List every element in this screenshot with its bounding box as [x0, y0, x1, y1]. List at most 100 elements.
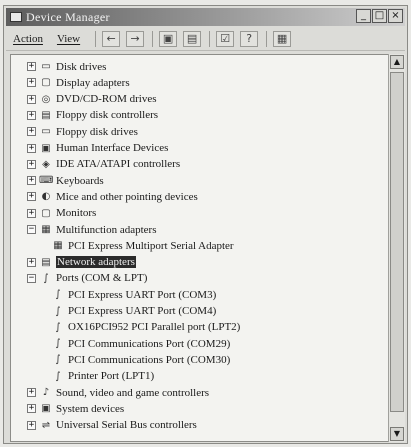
- device-icon: ⌨: [39, 175, 54, 187]
- tree-item[interactable]: + ▭ Disk drives: [27, 59, 106, 74]
- expand-icon[interactable]: +: [27, 62, 36, 71]
- tree-item[interactable]: + ▤ Floppy disk controllers: [27, 108, 158, 123]
- tree-item-label: PCI Communications Port (COM30): [68, 353, 231, 366]
- tree-item-label: DVD/CD-ROM drives: [56, 93, 157, 106]
- tree-item[interactable]: + ⌨ Keyboards: [27, 173, 104, 188]
- tree-item-label: Floppy disk controllers: [56, 109, 159, 122]
- device-icon: ▭: [41, 61, 51, 72]
- tree-item[interactable]: ∫ PCI Communications Port (COM29): [51, 336, 230, 351]
- tree-item-label: PCI Communications Port (COM29): [68, 337, 231, 350]
- tree-item-label: System devices: [56, 402, 125, 415]
- expand-icon[interactable]: +: [27, 404, 36, 414]
- tree-item[interactable]: + ▣ Human Interface Devices: [27, 141, 168, 156]
- tree-item-label: OX16PCI952 PCI Parallel port (LPT2): [68, 321, 241, 334]
- tree-item[interactable]: + ◐ Mice and other pointing devices: [27, 189, 198, 204]
- tree-item-label: Multifunction adapters: [56, 223, 157, 236]
- back-icon[interactable]: ←: [102, 31, 121, 47]
- list-view-icon[interactable]: ▤: [183, 31, 202, 47]
- properties-icon[interactable]: ☑: [216, 31, 235, 47]
- vertical-scrollbar[interactable]: ▲ ▼: [388, 54, 405, 442]
- tree-item-label: PCI Express UART Port (COM3): [68, 288, 217, 301]
- device-icon: ∫: [55, 321, 61, 333]
- collapse-icon[interactable]: −: [27, 225, 36, 234]
- tree-item-label: Network adapters: [56, 256, 136, 269]
- tree-item-label: Human Interface Devices: [56, 142, 169, 154]
- tree-item-label: Display adapters: [56, 76, 130, 89]
- device-icon: ∫: [43, 272, 49, 284]
- device-icon: ▦: [41, 224, 51, 235]
- tree-item[interactable]: + ▣ System devices: [27, 401, 124, 416]
- device-icon: ▢: [41, 207, 51, 219]
- tree-item[interactable]: ▦ PCI Express Multiport Serial Adapter: [51, 238, 233, 253]
- tree-item-label: Universal Serial Bus controllers: [56, 419, 197, 432]
- tree-item[interactable]: + ▢ Monitors: [27, 206, 96, 221]
- scroll-up-icon[interactable]: ▲: [390, 55, 404, 69]
- tree-item[interactable]: ∫ PCI Express UART Port (COM4): [51, 304, 216, 319]
- device-icon: ▦: [53, 240, 63, 252]
- device-icon: ∫: [55, 338, 61, 350]
- scan-hardware-icon[interactable]: ▦: [273, 31, 292, 47]
- tree-item[interactable]: + ⇌ Universal Serial Bus controllers: [27, 418, 197, 433]
- forward-icon[interactable]: →: [126, 31, 145, 47]
- tree-item[interactable]: − ∫ Ports (COM & LPT): [27, 271, 147, 286]
- device-manager-icon: [10, 12, 22, 22]
- tree-item-label: Ports (COM & LPT): [56, 272, 148, 285]
- window-controls: _ □ ×: [356, 9, 403, 23]
- help-icon[interactable]: ?: [240, 31, 259, 47]
- expand-icon[interactable]: +: [27, 159, 36, 169]
- tree-item[interactable]: + ◈ IDE ATA/ATAPI controllers: [27, 157, 180, 172]
- tree-item[interactable]: ∫ PCI Communications Port (COM30): [51, 352, 230, 367]
- restore-button[interactable]: □: [372, 9, 387, 23]
- device-icon: ▢: [41, 77, 51, 89]
- tree-item-label: Floppy disk drives: [56, 125, 138, 138]
- expand-icon[interactable]: +: [27, 78, 36, 88]
- device-icon: ◈: [42, 158, 50, 170]
- tree-item[interactable]: + ▤ Network adapters: [27, 255, 136, 270]
- menu-toolbar: Action View ← → ▣ ▤ ☑ ? ▦: [6, 28, 405, 51]
- collapse-icon[interactable]: −: [27, 273, 36, 283]
- expand-icon[interactable]: +: [27, 110, 36, 120]
- device-icon: ∫: [55, 305, 61, 317]
- tree-item[interactable]: + ◎ DVD/CD-ROM drives: [27, 92, 157, 107]
- device-icon: ◐: [41, 191, 51, 203]
- expand-icon[interactable]: +: [27, 420, 36, 430]
- expand-icon[interactable]: +: [27, 143, 36, 153]
- expand-icon[interactable]: +: [27, 127, 36, 137]
- device-icon: ♪: [42, 387, 50, 398]
- tree-item[interactable]: ∫ Printer Port (LPT1): [51, 369, 154, 384]
- expand-icon[interactable]: +: [27, 388, 36, 397]
- tree-item-label: Sound, video and game controllers: [56, 386, 210, 399]
- close-button[interactable]: ×: [388, 9, 403, 23]
- toolbar-separator: [95, 31, 97, 47]
- title-bar[interactable]: Device Manager _ □ ×: [6, 8, 405, 26]
- expand-icon[interactable]: +: [27, 94, 36, 104]
- tree-item[interactable]: − ▦ Multifunction adapters: [27, 222, 157, 237]
- device-icon: ∫: [55, 370, 61, 382]
- scroll-down-icon[interactable]: ▼: [390, 427, 404, 441]
- tree-item-label: Monitors: [56, 207, 97, 220]
- window-title: Device Manager: [26, 9, 110, 24]
- expand-icon[interactable]: +: [27, 257, 36, 267]
- toolbar-separator: [266, 31, 268, 47]
- expand-icon[interactable]: +: [27, 192, 36, 202]
- tree-item-label: Mice and other pointing devices: [56, 190, 198, 203]
- tree-item[interactable]: ∫ OX16PCI952 PCI Parallel port (LPT2): [51, 320, 240, 335]
- tree-item[interactable]: ∫ PCI Express UART Port (COM3): [51, 287, 216, 302]
- scroll-thumb[interactable]: [390, 72, 404, 412]
- tree-item-label: Keyboards: [56, 174, 104, 187]
- tree-item[interactable]: + ♪ Sound, video and game controllers: [27, 385, 209, 400]
- tree-item-label: PCI Express UART Port (COM4): [68, 305, 217, 317]
- tree-item-label: Printer Port (LPT1): [68, 370, 155, 383]
- menu-view[interactable]: View: [50, 33, 87, 45]
- menu-action[interactable]: Action: [6, 33, 50, 45]
- show-hide-tree-icon[interactable]: ▣: [159, 31, 178, 47]
- expand-icon[interactable]: +: [27, 176, 36, 186]
- device-icon: ∫: [55, 354, 61, 366]
- tree-item[interactable]: + ▢ Display adapters: [27, 75, 130, 90]
- device-icon: ▣: [41, 142, 51, 154]
- expand-icon[interactable]: +: [27, 208, 36, 218]
- device-manager-window: Device Manager _ □ × Action View ← → ▣ ▤…: [3, 5, 408, 444]
- tree-item[interactable]: + ▭ Floppy disk drives: [27, 124, 138, 139]
- device-icon: ∫: [55, 289, 61, 301]
- minimize-button[interactable]: _: [356, 9, 371, 23]
